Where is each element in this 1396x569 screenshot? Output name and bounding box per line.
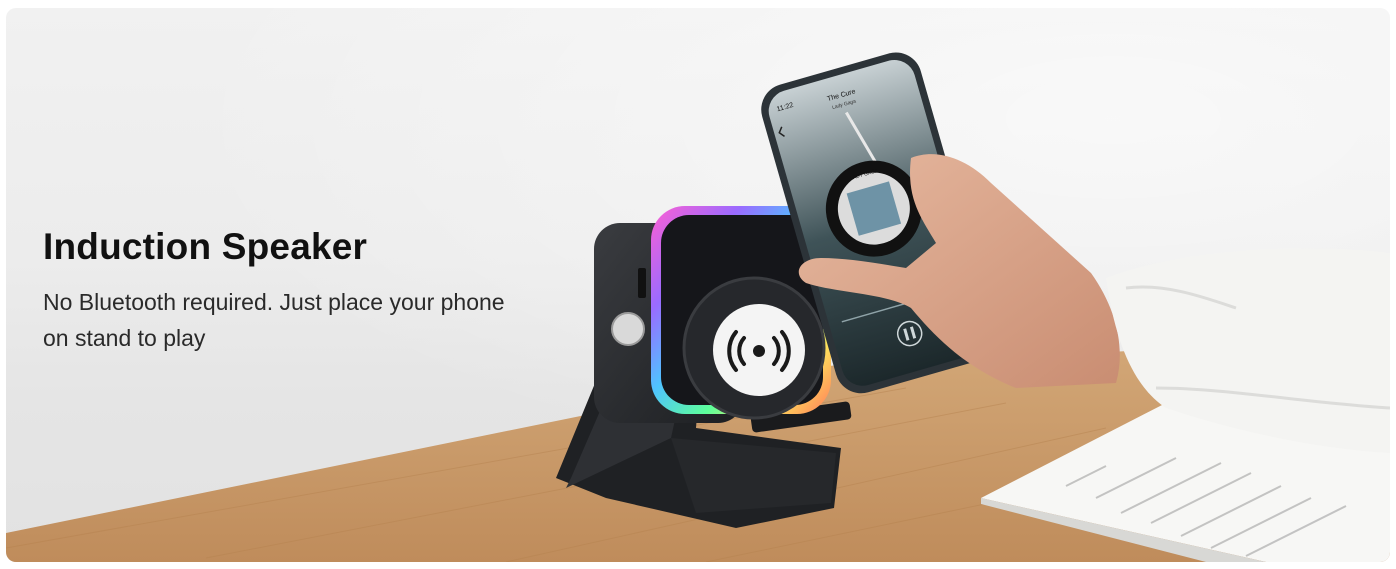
product-banner: 11:22 The Cure Lady Gaga LADY GAGA Induc… [6,8,1390,562]
product-description: No Bluetooth required. Just place your p… [43,289,505,351]
hero-copy: Induction Speaker No Bluetooth required.… [43,226,563,356]
speaker-knob [611,312,645,346]
induction-speaker [594,206,831,423]
product-title: Induction Speaker [43,226,368,267]
